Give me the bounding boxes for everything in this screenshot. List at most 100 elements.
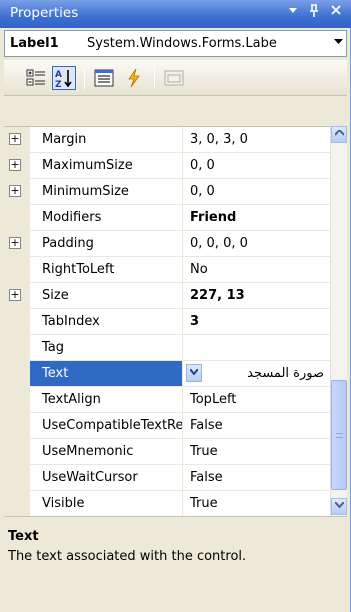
categorized-icon[interactable]	[24, 66, 48, 90]
property-row-maximumsize[interactable]: + MaximumSize 0, 0	[4, 153, 330, 179]
property-value[interactable]: 0, 0, 0, 0	[190, 236, 328, 251]
vertical-scrollbar[interactable]	[330, 126, 347, 516]
svg-text:Z: Z	[55, 80, 62, 89]
object-name: Label1	[10, 36, 59, 51]
row-gutter	[4, 465, 30, 491]
property-row-padding[interactable]: + Padding 0, 0, 0, 0	[4, 231, 330, 257]
property-name: UseMnemonic	[42, 444, 134, 459]
lightning-bolt-icon[interactable]	[122, 66, 146, 90]
row-gutter	[4, 361, 30, 387]
expand-icon[interactable]: +	[9, 289, 21, 301]
property-row-tabindex[interactable]: TabIndex 3	[4, 309, 330, 335]
property-value[interactable]: True	[190, 444, 328, 459]
property-name: UseCompatibleTextRendering	[42, 418, 182, 433]
scroll-up-icon[interactable]	[331, 126, 347, 143]
property-name: Tag	[42, 340, 65, 355]
property-value[interactable]: No	[190, 262, 328, 277]
object-type: System.Windows.Forms.Labe	[87, 36, 277, 51]
property-name: MinimumSize	[42, 184, 129, 199]
properties-icon[interactable]	[92, 66, 116, 90]
alphabetical-sort-icon[interactable]: A Z	[52, 66, 76, 90]
window-position-dropdown-icon[interactable]	[284, 4, 302, 22]
property-value[interactable]: 227, 13	[190, 288, 328, 303]
description-text: The text associated with the control.	[8, 549, 247, 564]
row-gutter	[4, 205, 30, 231]
expand-icon[interactable]: +	[9, 133, 21, 145]
toolbar-separator	[84, 67, 85, 89]
window-title: Properties	[10, 5, 79, 21]
property-value-input[interactable]: صورة المسجد	[204, 366, 324, 381]
property-row-textalign[interactable]: TextAlign TopLeft	[4, 387, 330, 413]
scroll-down-icon[interactable]	[331, 498, 347, 515]
row-gutter	[4, 439, 30, 465]
pin-icon[interactable]	[305, 4, 323, 22]
close-icon[interactable]	[327, 4, 345, 22]
property-row-margin[interactable]: + Margin 3, 0, 3, 0	[4, 127, 330, 153]
row-gutter	[4, 257, 30, 283]
column-divider[interactable]	[182, 257, 183, 283]
column-divider[interactable]	[182, 413, 183, 439]
property-row-usecompatibletextrendering[interactable]: UseCompatibleTextRendering False	[4, 413, 330, 439]
property-value[interactable]: False	[190, 418, 328, 433]
property-value[interactable]: True	[190, 496, 328, 511]
description-title: Text	[8, 529, 39, 544]
object-selector[interactable]: Label1 System.Windows.Forms.Labe	[4, 30, 347, 57]
column-divider[interactable]	[182, 491, 183, 517]
column-divider[interactable]	[182, 127, 183, 153]
property-value[interactable]: TopLeft	[190, 392, 328, 407]
property-pages-icon[interactable]	[162, 66, 186, 90]
property-name: Visible	[42, 496, 85, 511]
property-row-minimumsize[interactable]: + MinimumSize 0, 0	[4, 179, 330, 205]
column-divider[interactable]	[182, 387, 183, 413]
property-value[interactable]: 0, 0	[190, 158, 328, 173]
scrollbar-thumb[interactable]	[331, 380, 347, 490]
column-divider[interactable]	[182, 179, 183, 205]
property-row-tag[interactable]: Tag	[4, 335, 330, 361]
properties-window: Properties Label1 System.Windows.Forms.L…	[0, 0, 351, 612]
column-divider[interactable]	[182, 205, 183, 231]
column-divider[interactable]	[182, 283, 183, 309]
property-name: TextAlign	[42, 392, 101, 407]
chevron-down-icon[interactable]	[331, 31, 346, 56]
grip-icon	[336, 433, 343, 438]
property-name: UseWaitCursor	[42, 470, 138, 485]
property-name: Margin	[42, 132, 87, 147]
property-value[interactable]: 3, 0, 3, 0	[190, 132, 328, 147]
row-gutter	[4, 335, 30, 361]
property-grid: + Margin 3, 0, 3, 0 + MaximumSize 0, 0 +…	[4, 126, 347, 517]
property-value[interactable]: Friend	[190, 210, 328, 225]
property-name: Modifiers	[42, 210, 102, 225]
title-bar[interactable]: Properties	[0, 0, 351, 28]
expand-icon[interactable]: +	[9, 159, 21, 171]
property-row-size[interactable]: + Size 227, 13	[4, 283, 330, 309]
property-value[interactable]: 0, 0	[190, 184, 328, 199]
chevron-down-icon[interactable]	[186, 364, 202, 382]
property-row-usewaitcursor[interactable]: UseWaitCursor False	[4, 465, 330, 491]
column-divider[interactable]	[182, 361, 183, 387]
property-name: RightToLeft	[42, 262, 115, 277]
property-name: Text	[42, 366, 69, 381]
column-divider[interactable]	[182, 465, 183, 491]
column-divider[interactable]	[182, 309, 183, 335]
toolbar-separator	[154, 67, 155, 89]
property-row-righttoleft[interactable]: RightToLeft No	[4, 257, 330, 283]
expand-icon[interactable]: +	[9, 237, 21, 249]
property-row-usemnemonic[interactable]: UseMnemonic True	[4, 439, 330, 465]
property-row-text[interactable]: Text صورة المسجد	[4, 361, 330, 387]
property-value[interactable]: 3	[190, 314, 328, 329]
column-divider[interactable]	[182, 335, 183, 361]
column-divider[interactable]	[182, 231, 183, 257]
property-name: Size	[42, 288, 69, 303]
property-row-visible[interactable]: Visible True	[4, 491, 330, 517]
property-name: TabIndex	[42, 314, 100, 329]
row-gutter	[4, 413, 30, 439]
row-gutter	[4, 491, 30, 517]
toolbar: A Z	[4, 60, 347, 96]
column-divider[interactable]	[182, 439, 183, 465]
property-value[interactable]: False	[190, 470, 328, 485]
column-divider[interactable]	[182, 153, 183, 179]
expand-icon[interactable]: +	[9, 185, 21, 197]
svg-text:A: A	[55, 70, 62, 80]
property-row-modifiers[interactable]: Modifiers Friend	[4, 205, 330, 231]
property-name: Padding	[42, 236, 94, 251]
